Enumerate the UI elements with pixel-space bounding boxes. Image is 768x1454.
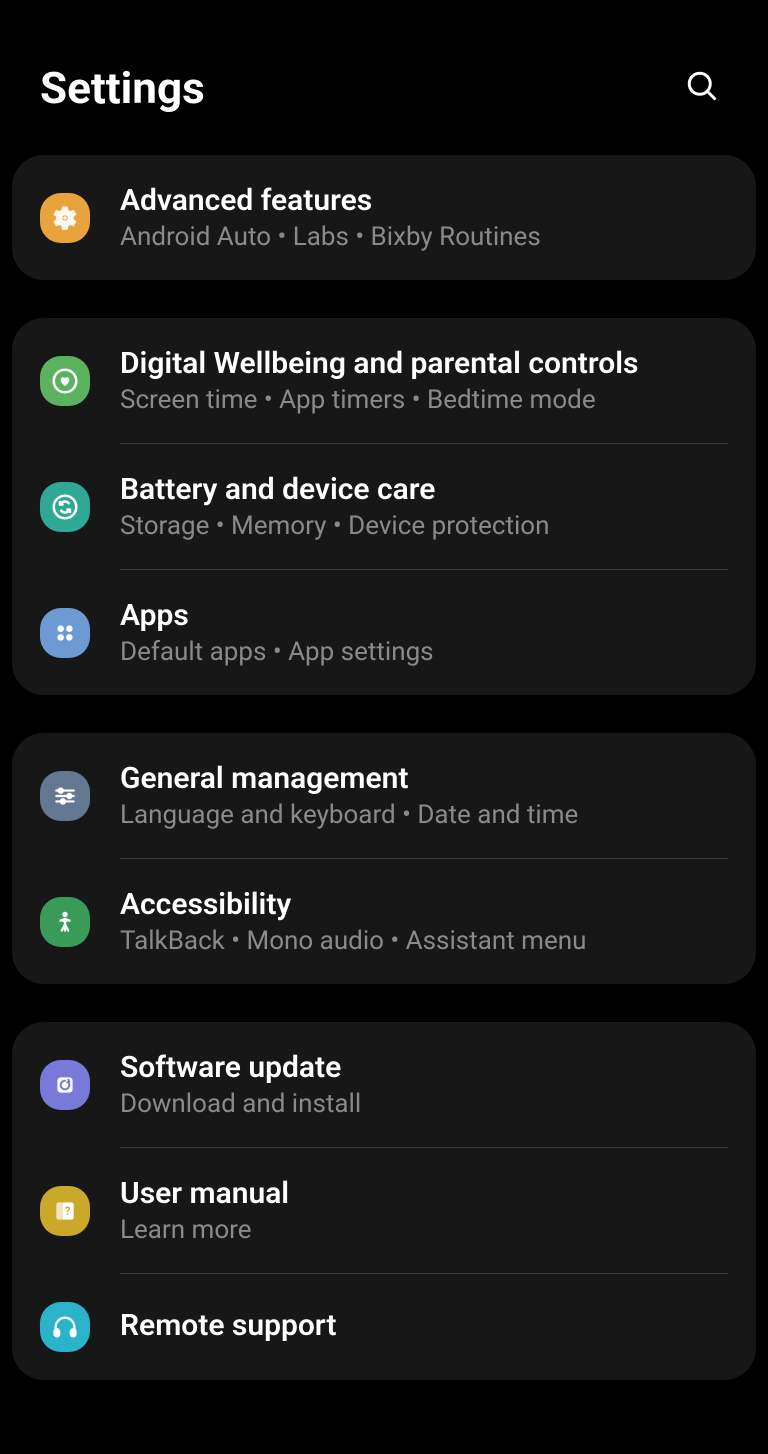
settings-item-apps[interactable]: Apps Default apps • App settings xyxy=(12,570,756,695)
settings-item-software-update[interactable]: Software update Download and install xyxy=(12,1022,756,1147)
item-text: Advanced features Android Auto • Labs • B… xyxy=(120,183,728,252)
item-title: Digital Wellbeing and parental controls xyxy=(120,346,728,381)
gear-plus-icon xyxy=(40,193,90,243)
search-icon xyxy=(684,68,720,104)
svg-text:?: ? xyxy=(65,1204,70,1217)
settings-group: General management Language and keyboard … xyxy=(12,733,756,984)
settings-item-general-management[interactable]: General management Language and keyboard … xyxy=(12,733,756,858)
search-button[interactable] xyxy=(676,60,728,115)
item-subtitle: Learn more xyxy=(120,1215,728,1245)
settings-item-battery-device-care[interactable]: Battery and device care Storage • Memory … xyxy=(12,444,756,569)
item-title: Apps xyxy=(120,598,728,633)
refresh-circle-icon xyxy=(40,482,90,532)
item-text: Accessibility TalkBack • Mono audio • Ass… xyxy=(120,887,728,956)
item-title: Remote support xyxy=(120,1308,728,1343)
person-icon xyxy=(40,897,90,947)
sliders-icon xyxy=(40,771,90,821)
item-title: User manual xyxy=(120,1176,728,1211)
item-text: Digital Wellbeing and parental controls S… xyxy=(120,346,728,415)
refresh-square-icon xyxy=(40,1060,90,1110)
item-subtitle: Download and install xyxy=(120,1089,728,1119)
settings-group: Digital Wellbeing and parental controls S… xyxy=(12,318,756,695)
settings-item-remote-support[interactable]: Remote support xyxy=(12,1274,756,1380)
settings-group: Advanced features Android Auto • Labs • B… xyxy=(12,155,756,280)
item-text: User manual Learn more xyxy=(120,1176,728,1245)
headphones-icon xyxy=(40,1302,90,1352)
item-subtitle: Language and keyboard • Date and time xyxy=(120,800,728,830)
settings-item-digital-wellbeing[interactable]: Digital Wellbeing and parental controls S… xyxy=(12,318,756,443)
settings-item-accessibility[interactable]: Accessibility TalkBack • Mono audio • Ass… xyxy=(12,859,756,984)
item-text: Apps Default apps • App settings xyxy=(120,598,728,667)
item-text: General management Language and keyboard … xyxy=(120,761,728,830)
item-subtitle: TalkBack • Mono audio • Assistant menu xyxy=(120,926,728,956)
item-text: Software update Download and install xyxy=(120,1050,728,1119)
grid-dots-icon xyxy=(40,608,90,658)
item-title: Software update xyxy=(120,1050,728,1085)
header: Settings xyxy=(0,0,768,155)
item-text: Remote support xyxy=(120,1308,728,1347)
item-title: Accessibility xyxy=(120,887,728,922)
settings-item-advanced-features[interactable]: Advanced features Android Auto • Labs • B… xyxy=(12,155,756,280)
item-subtitle: Storage • Memory • Device protection xyxy=(120,511,728,541)
item-subtitle: Screen time • App timers • Bedtime mode xyxy=(120,385,728,415)
item-subtitle: Default apps • App settings xyxy=(120,637,728,667)
item-subtitle: Android Auto • Labs • Bixby Routines xyxy=(120,222,728,252)
book-question-icon: ? xyxy=(40,1186,90,1236)
item-title: General management xyxy=(120,761,728,796)
settings-group: Software update Download and install? User… xyxy=(12,1022,756,1380)
item-text: Battery and device care Storage • Memory … xyxy=(120,472,728,541)
item-title: Battery and device care xyxy=(120,472,728,507)
settings-item-user-manual[interactable]: ? User manual Learn more xyxy=(12,1148,756,1273)
page-title: Settings xyxy=(40,62,205,114)
item-title: Advanced features xyxy=(120,183,728,218)
heart-circle-icon xyxy=(40,356,90,406)
